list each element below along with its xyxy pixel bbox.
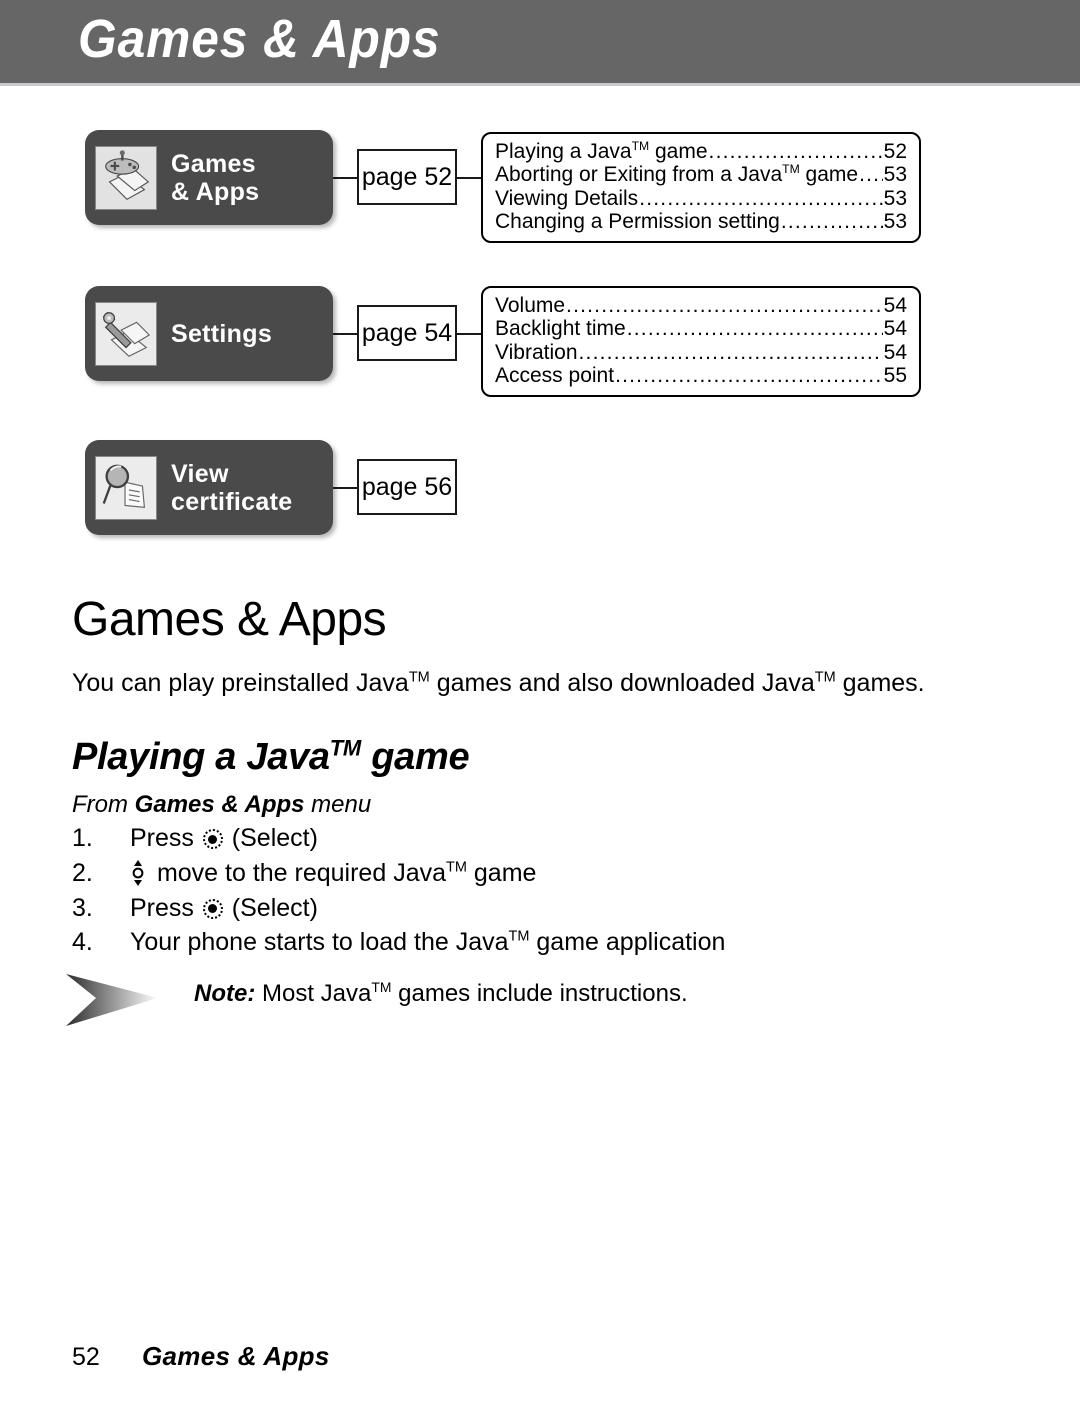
toc-entry-page: 53 bbox=[883, 163, 907, 187]
page-ref-box-56[interactable]: page 56 bbox=[357, 459, 457, 515]
toc-entry[interactable]: Aborting or Exiting from a JavaTM game .… bbox=[495, 163, 907, 186]
toc-dot-leader: ........................................… bbox=[615, 364, 883, 388]
list-item: 3. Press (Select) bbox=[72, 893, 1012, 924]
step-text-tail: game bbox=[466, 858, 537, 887]
menu-box-settings[interactable]: Settings bbox=[85, 286, 333, 381]
page-ref-box-54[interactable]: page 54 bbox=[357, 305, 457, 361]
toc-entry[interactable]: Backlight time .........................… bbox=[495, 317, 907, 340]
updown-key-icon bbox=[130, 859, 146, 886]
step-text: move to the required Java bbox=[150, 858, 446, 887]
toc-entry[interactable]: Viewing Details ........................… bbox=[495, 187, 907, 210]
step-text-tail: (Select) bbox=[224, 824, 318, 852]
toc-dot-leader: ........................................… bbox=[578, 340, 883, 364]
step-number: 4. bbox=[72, 928, 93, 957]
note-callout: Note: Most JavaTM games include instruct… bbox=[66, 968, 1006, 1032]
toc-entry-label: Aborting or Exiting from a JavaTM game bbox=[495, 162, 859, 187]
toc-dot-leader: ........................................… bbox=[859, 163, 883, 187]
toc-entry[interactable]: Changing a Permission setting ..........… bbox=[495, 210, 907, 233]
toc-entry-page: 52 bbox=[883, 140, 907, 163]
toc-entry-page: 53 bbox=[883, 210, 907, 234]
page-header-title: Games & Apps bbox=[78, 9, 441, 69]
select-key-icon bbox=[202, 829, 223, 849]
page-header-bar: Games & Apps bbox=[0, 0, 1080, 86]
toc-entry-label: Volume bbox=[495, 294, 566, 317]
menu-box-label: Settings bbox=[171, 319, 273, 348]
toc-box-settings: Volume .................................… bbox=[481, 286, 921, 397]
connector-line-right bbox=[456, 333, 482, 335]
step-text-tail: (Select) bbox=[224, 893, 318, 922]
connector-line-left bbox=[333, 333, 359, 335]
connector-line-left bbox=[333, 177, 359, 179]
menu-box-label: Games & Apps bbox=[171, 149, 260, 206]
toc-entry-label: Access point bbox=[495, 364, 615, 388]
toc-entry-label: Playing a JavaTM game bbox=[495, 139, 708, 163]
page-ref-box-52[interactable]: page 52 bbox=[357, 149, 457, 205]
note-arrow-icon bbox=[66, 972, 176, 1028]
toc-dot-leader: ........................................… bbox=[639, 186, 882, 210]
subsection-title: Playing a JavaTM game bbox=[72, 735, 470, 778]
toc-entry-page: 53 bbox=[883, 186, 907, 210]
toc-entry-page: 55 bbox=[883, 364, 907, 388]
connector-line-right bbox=[456, 177, 482, 179]
toc-entry[interactable]: Volume .................................… bbox=[495, 294, 907, 317]
gamepad-cards-icon bbox=[95, 145, 157, 210]
list-item: 1. Press (Select) bbox=[72, 823, 1012, 854]
footer-title: Games & Apps bbox=[142, 1341, 330, 1371]
step-text: Your phone starts to load the Java bbox=[130, 928, 509, 957]
toc-dot-leader: ........................................… bbox=[708, 140, 883, 163]
toc-dot-leader: ........................................… bbox=[780, 210, 883, 234]
select-key-icon bbox=[202, 898, 223, 919]
wrench-settings-icon bbox=[95, 301, 157, 366]
main-content: Games & Apps You can play preinstalled J… bbox=[72, 596, 1012, 958]
toc-dot-leader: ........................................… bbox=[566, 294, 883, 317]
menu-box-games-apps[interactable]: Games & Apps bbox=[85, 130, 333, 225]
step-text-tail: game application bbox=[529, 928, 726, 957]
toc-entry[interactable]: Access point ...........................… bbox=[495, 364, 907, 387]
page-footer: 52 Games & Apps bbox=[72, 1341, 1012, 1372]
step-number: 2. bbox=[72, 858, 93, 887]
toc-entry-label: Backlight time bbox=[495, 317, 626, 341]
toc-entry-page: 54 bbox=[883, 294, 907, 317]
toc-entry-page: 54 bbox=[883, 317, 907, 341]
toc-entry-label: Vibration bbox=[495, 340, 578, 364]
connector-line-left bbox=[333, 487, 359, 489]
intro-paragraph: You can play preinstalled JavaTM games a… bbox=[72, 669, 925, 697]
step-text: Press bbox=[130, 893, 201, 922]
magnifier-document-icon bbox=[95, 455, 157, 520]
menu-box-view-certificate[interactable]: View certificate bbox=[85, 440, 333, 535]
toc-box-games-apps: Playing a JavaTM game ..................… bbox=[481, 132, 921, 243]
menu-box-label: View certificate bbox=[171, 459, 293, 516]
list-item: 2. move to the required JavaTM game bbox=[72, 858, 537, 887]
menu-map-diagram: Games & Apps page 52 Playing a JavaTM ga… bbox=[0, 86, 1080, 586]
toc-entry-page: 54 bbox=[883, 340, 907, 364]
step-number: 3. bbox=[72, 893, 93, 922]
toc-entry[interactable]: Vibration ..............................… bbox=[495, 341, 907, 364]
page-title: Games & Apps bbox=[72, 593, 387, 646]
toc-dot-leader: ........................................… bbox=[626, 317, 883, 341]
toc-entry-label: Changing a Permission setting bbox=[495, 210, 780, 234]
list-item: 4. Your phone starts to load the JavaTM g… bbox=[72, 928, 726, 957]
footer-page-number: 52 bbox=[72, 1343, 100, 1371]
toc-entry-label: Viewing Details bbox=[495, 186, 639, 210]
step-text: Press bbox=[130, 824, 201, 852]
from-menu-line: From Games & Apps menu bbox=[72, 791, 372, 818]
note-text: Note: Most JavaTM games include instruct… bbox=[194, 979, 688, 1007]
steps-list: 1. Press (Select) 2. move to the required… bbox=[72, 823, 1012, 958]
toc-entry[interactable]: Playing a JavaTM game ..................… bbox=[495, 140, 907, 163]
step-number: 1. bbox=[72, 824, 93, 852]
